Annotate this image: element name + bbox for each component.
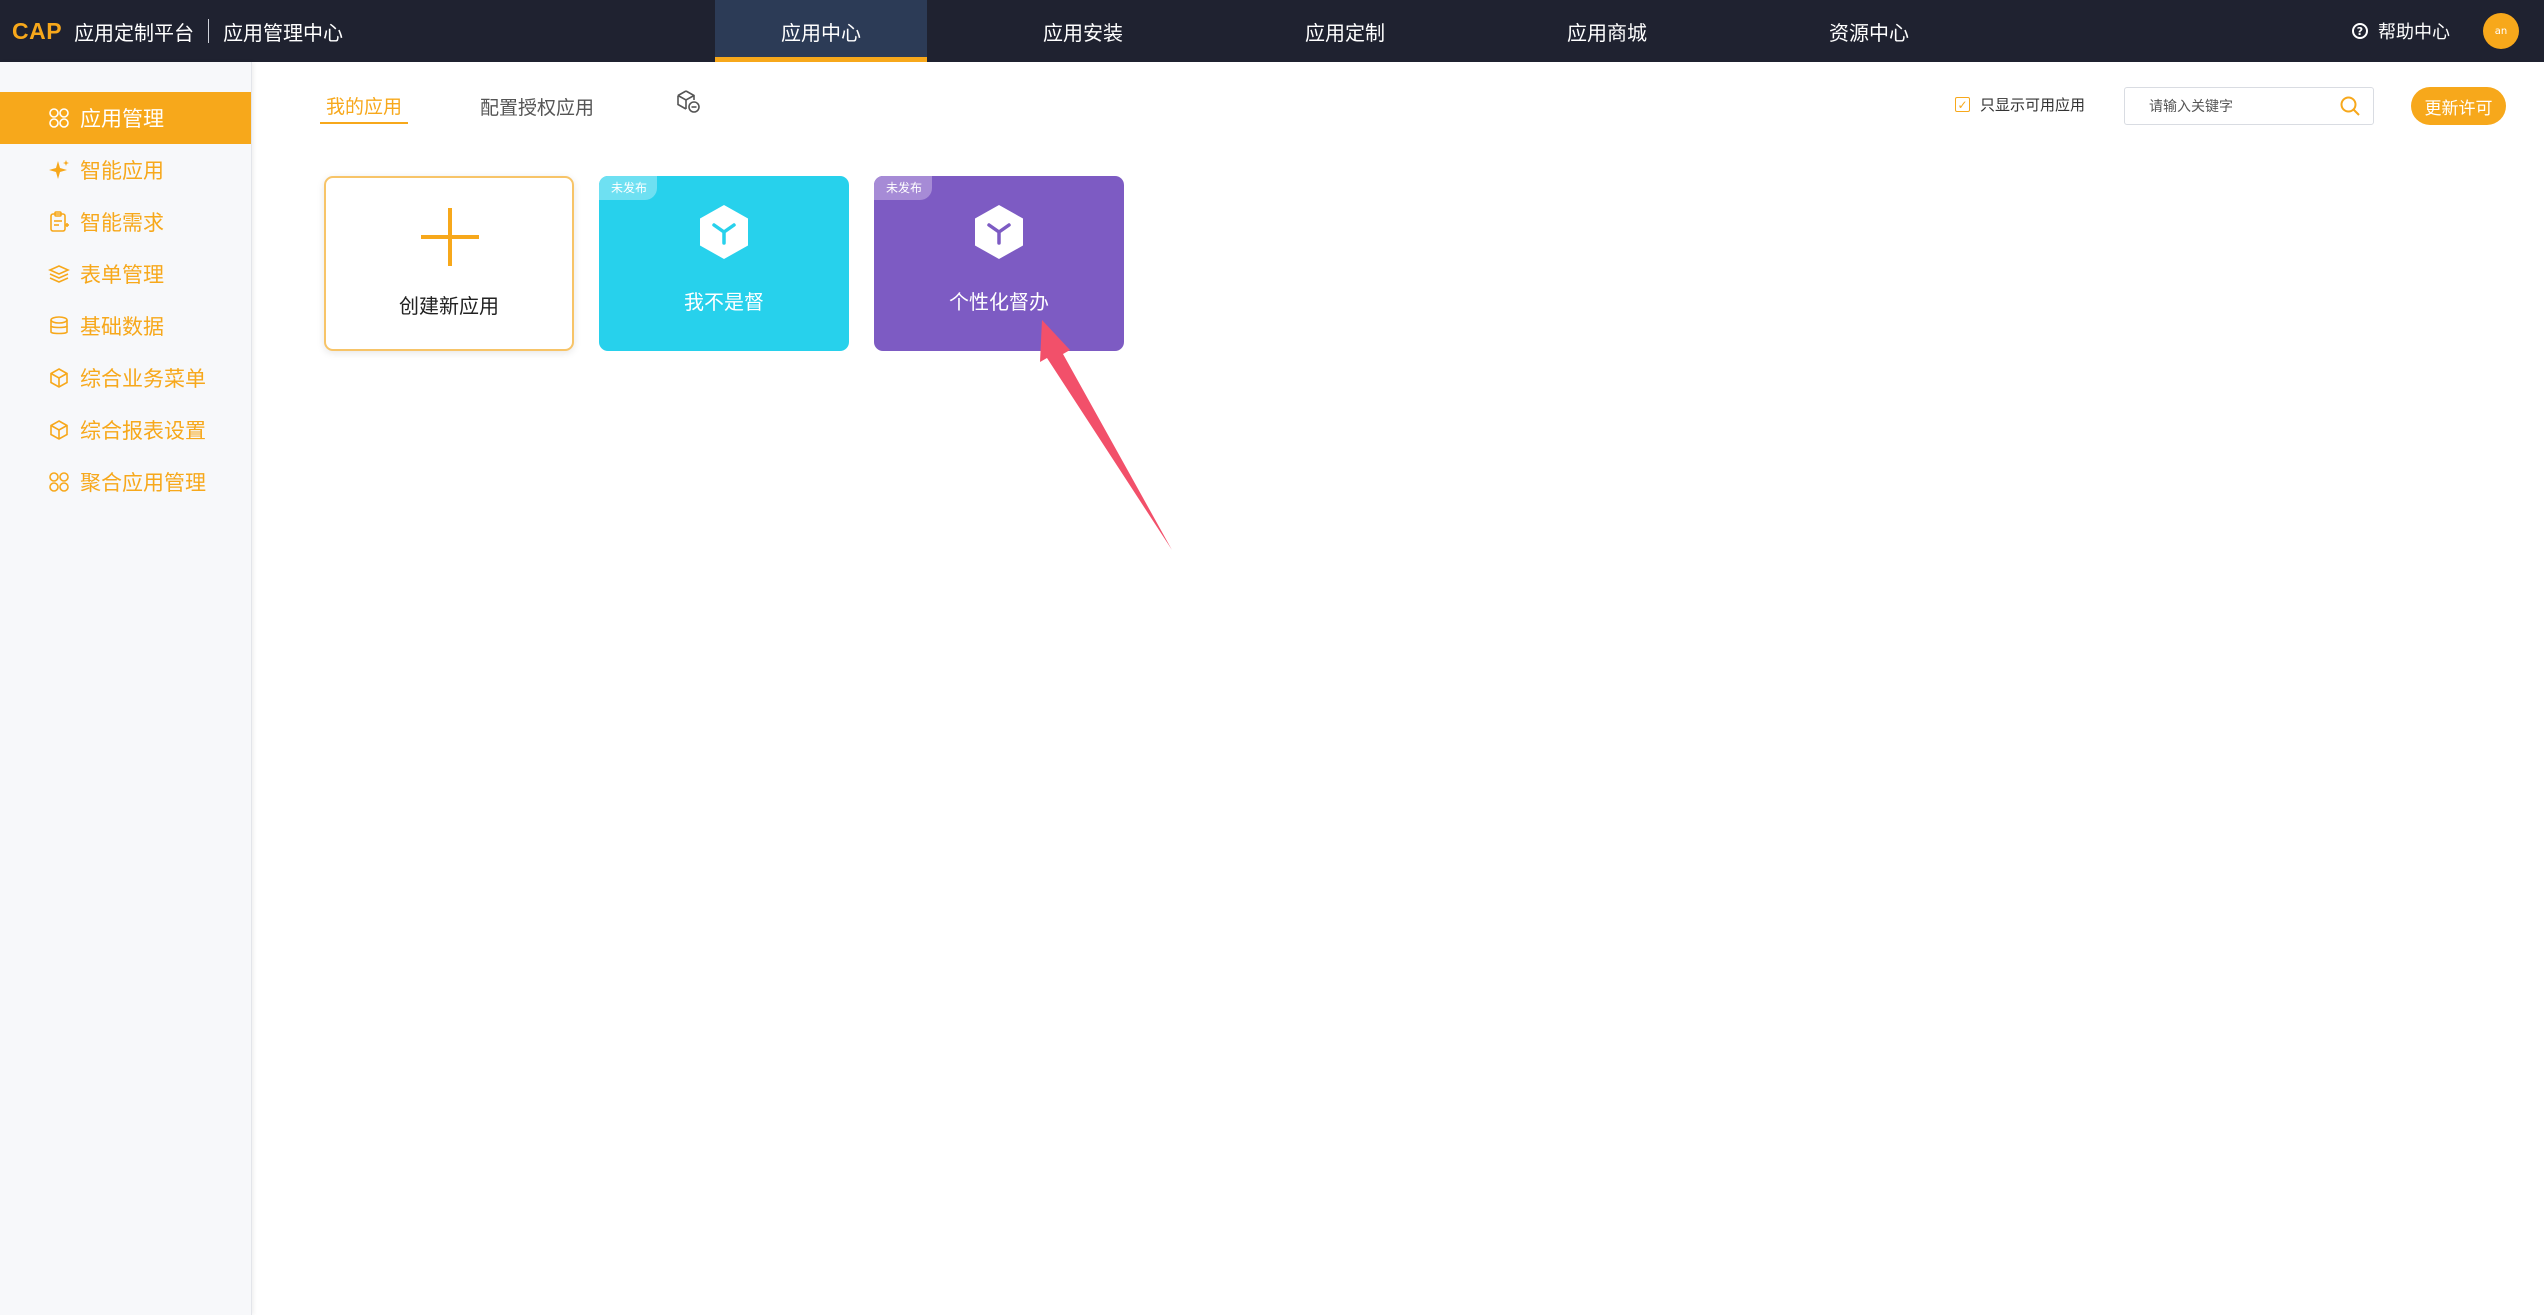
search-icon[interactable] [2339, 95, 2361, 117]
nav-app-customize[interactable]: 应用定制 [1239, 0, 1451, 62]
sidebar-item-aggregate-app[interactable]: 聚合应用管理 [0, 456, 251, 508]
status-badge: 未发布 [874, 176, 933, 200]
brand[interactable]: CAP 应用定制平台 应用管理中心 [12, 0, 343, 62]
tab-my-apps[interactable]: 我的应用 [320, 88, 409, 124]
top-bar: CAP 应用定制平台 应用管理中心 应用中心 应用安装 应用定制 应用商城 资源… [0, 0, 2544, 62]
app-name: 个性化督办 [949, 290, 1049, 314]
database-icon [50, 316, 68, 335]
sidebar-item-business-menu[interactable]: 综合业务菜单 [0, 352, 251, 404]
sidebar-item-form-management[interactable]: 表单管理 [0, 248, 251, 300]
help-icon: ? [2352, 23, 2368, 39]
search-input[interactable] [2125, 88, 2351, 126]
sidebar-item-label: 综合报表设置 [80, 419, 206, 443]
grid-icon [49, 472, 69, 492]
app-tabs: 我的应用 配置授权应用 [320, 88, 702, 124]
nav-app-store[interactable]: 应用商城 [1501, 0, 1713, 62]
sparkle-icon [49, 160, 69, 179]
nav-resource-center[interactable]: 资源中心 [1763, 0, 1975, 62]
renew-license-button[interactable]: 更新许可 [2411, 87, 2506, 125]
app-card[interactable]: 未发布 我不是督 [599, 176, 849, 351]
help-label: 帮助中心 [2378, 22, 2450, 43]
app-name: 我不是督 [684, 290, 764, 314]
tab-authorized-apps[interactable]: 配置授权应用 [480, 88, 594, 124]
sidebar-item-smart-requirement[interactable]: 智能需求 [0, 196, 251, 248]
search-box [2124, 87, 2374, 126]
brand-divider [208, 19, 210, 43]
app-cube-icon [975, 205, 1023, 259]
sidebar: 应用管理 智能应用 智能需求 表单管理 基础数据 综合业务菜单 综合报表设置 聚… [0, 62, 252, 1315]
app-cube-icon [700, 205, 748, 259]
only-available-label: 只显示可用应用 [1980, 96, 2086, 114]
sidebar-item-label: 表单管理 [80, 263, 164, 287]
layers-icon [48, 265, 70, 283]
cube-icon [50, 420, 68, 440]
nav-app-install[interactable]: 应用安装 [977, 0, 1189, 62]
cube-settings-button[interactable] [674, 88, 702, 116]
clipboard-icon [50, 211, 69, 232]
brand-logo: CAP [12, 17, 63, 44]
sidebar-item-label: 基础数据 [80, 315, 164, 339]
grid-icon [49, 108, 69, 128]
sidebar-item-label: 应用管理 [80, 107, 164, 131]
center-name: 应用管理中心 [223, 20, 344, 45]
sidebar-item-report-settings[interactable]: 综合报表设置 [0, 404, 251, 456]
top-nav: 应用中心 应用安装 应用定制 应用商城 资源中心 [715, 0, 1975, 62]
nav-app-center[interactable]: 应用中心 [715, 0, 927, 62]
sidebar-item-label: 聚合应用管理 [80, 471, 206, 495]
status-badge: 未发布 [599, 176, 658, 200]
platform-name: 应用定制平台 [74, 20, 195, 45]
cube-settings-icon [677, 90, 700, 113]
create-app-label: 创建新应用 [399, 294, 499, 318]
help-center-link[interactable]: ? 帮助中心 [2352, 0, 2450, 62]
sidebar-item-smart-app[interactable]: 智能应用 [0, 144, 251, 196]
sidebar-item-label: 智能应用 [80, 159, 164, 183]
sidebar-item-app-management[interactable]: 应用管理 [0, 92, 251, 144]
plus-icon [421, 208, 479, 266]
sidebar-item-basic-data[interactable]: 基础数据 [0, 300, 251, 352]
only-available-filter[interactable]: ✓ 只显示可用应用 [1955, 94, 2085, 115]
avatar[interactable]: an [2483, 13, 2519, 49]
create-app-card[interactable]: 创建新应用 [324, 176, 574, 351]
cube-icon [50, 368, 68, 388]
sidebar-item-label: 智能需求 [80, 211, 164, 235]
only-available-checkbox[interactable]: ✓ [1955, 97, 1970, 112]
sidebar-item-label: 综合业务菜单 [80, 367, 206, 391]
annotation-arrow [1040, 320, 1172, 550]
